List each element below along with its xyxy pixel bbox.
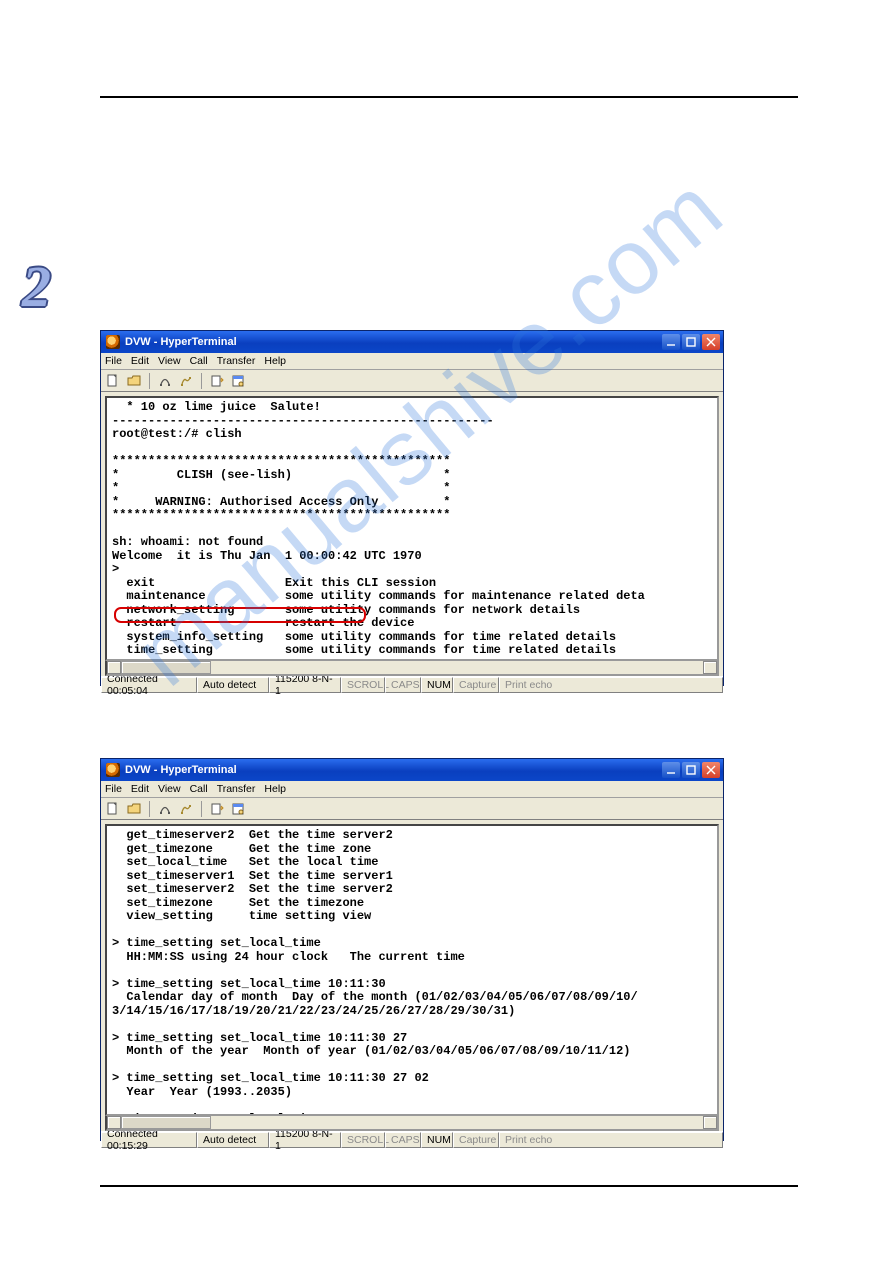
menu-file[interactable]: File [105, 783, 122, 795]
horizontal-scrollbar[interactable] [105, 661, 719, 676]
status-detect: Auto detect [197, 1132, 269, 1148]
window-title: DVW - HyperTerminal [125, 764, 237, 776]
app-icon [106, 763, 120, 777]
menu-help[interactable]: Help [264, 355, 286, 367]
maximize-button[interactable] [682, 334, 700, 350]
menubar: File Edit View Call Transfer Help [101, 353, 723, 370]
properties-icon[interactable] [230, 373, 246, 389]
toolbar [101, 370, 723, 392]
terminal-output: * 10 oz lime juice Salute! -------------… [107, 398, 717, 661]
status-echo: Print echo [499, 1132, 723, 1148]
hr-top [100, 96, 798, 98]
horizontal-scrollbar[interactable] [105, 1116, 719, 1131]
connect-icon[interactable] [157, 801, 173, 817]
toolbar [101, 798, 723, 820]
maximize-button[interactable] [682, 762, 700, 778]
status-port: 115200 8-N-1 [269, 1132, 341, 1148]
open-icon[interactable] [126, 373, 142, 389]
hr-bottom [100, 1185, 798, 1187]
menubar: File Edit View Call Transfer Help [101, 781, 723, 798]
status-connected: Connected 00:05:04 [101, 677, 197, 693]
titlebar[interactable]: DVW - HyperTerminal [101, 331, 723, 353]
hyperterminal-window-1: DVW - HyperTerminal File Edit View Call … [100, 330, 724, 686]
step-number: 2 [22, 253, 51, 320]
send-icon[interactable] [209, 373, 225, 389]
status-caps: CAPS [385, 677, 421, 693]
close-button[interactable] [702, 762, 720, 778]
hyperterminal-window-2: DVW - HyperTerminal File Edit View Call … [100, 758, 724, 1141]
status-detect: Auto detect [197, 677, 269, 693]
menu-file[interactable]: File [105, 355, 122, 367]
status-capture: Capture [453, 1132, 499, 1148]
terminal-area[interactable]: * 10 oz lime juice Salute! -------------… [105, 396, 719, 661]
open-icon[interactable] [126, 801, 142, 817]
minimize-button[interactable] [662, 762, 680, 778]
status-echo: Print echo [499, 677, 723, 693]
menu-edit[interactable]: Edit [131, 783, 149, 795]
terminal-area[interactable]: get_timeserver2 Get the time server2 get… [105, 824, 719, 1116]
new-icon[interactable] [105, 801, 121, 817]
status-num: NUM [421, 1132, 453, 1148]
app-icon [106, 335, 120, 349]
statusbar: Connected 00:15:29 Auto detect 115200 8-… [101, 1131, 723, 1148]
menu-call[interactable]: Call [190, 783, 208, 795]
menu-view[interactable]: View [158, 783, 181, 795]
menu-transfer[interactable]: Transfer [217, 783, 256, 795]
status-caps: CAPS [385, 1132, 421, 1148]
status-capture: Capture [453, 677, 499, 693]
menu-call[interactable]: Call [190, 355, 208, 367]
status-scroll: SCROLL [341, 677, 385, 693]
new-icon[interactable] [105, 373, 121, 389]
send-icon[interactable] [209, 801, 225, 817]
terminal-output: get_timeserver2 Get the time server2 get… [107, 826, 717, 1116]
status-port: 115200 8-N-1 [269, 677, 341, 693]
titlebar[interactable]: DVW - HyperTerminal [101, 759, 723, 781]
status-num: NUM [421, 677, 453, 693]
status-scroll: SCROLL [341, 1132, 385, 1148]
window-title: DVW - HyperTerminal [125, 336, 237, 348]
minimize-button[interactable] [662, 334, 680, 350]
properties-icon[interactable] [230, 801, 246, 817]
statusbar: Connected 00:05:04 Auto detect 115200 8-… [101, 676, 723, 693]
menu-help[interactable]: Help [264, 783, 286, 795]
menu-view[interactable]: View [158, 355, 181, 367]
menu-edit[interactable]: Edit [131, 355, 149, 367]
connect-icon[interactable] [157, 373, 173, 389]
close-button[interactable] [702, 334, 720, 350]
disconnect-icon[interactable] [178, 373, 194, 389]
status-connected: Connected 00:15:29 [101, 1132, 197, 1148]
menu-transfer[interactable]: Transfer [217, 355, 256, 367]
disconnect-icon[interactable] [178, 801, 194, 817]
